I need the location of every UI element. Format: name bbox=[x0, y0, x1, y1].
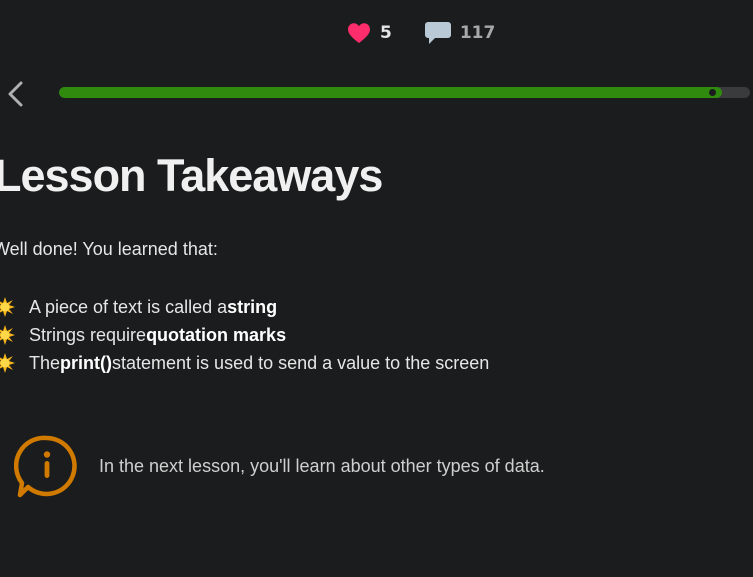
progress-marker bbox=[709, 89, 716, 96]
lesson-page: 5 117 Lesson Takeaways Well done! You le… bbox=[0, 0, 753, 577]
hearts-count: 5 bbox=[380, 23, 392, 43]
takeaway-item: Strings require quotation marks bbox=[0, 321, 489, 349]
takeaway-text-before: Strings require bbox=[29, 324, 147, 345]
info-icon bbox=[14, 435, 77, 498]
sun-icon bbox=[0, 297, 15, 317]
heart-icon bbox=[348, 23, 370, 43]
takeaway-text-before: The bbox=[29, 352, 61, 373]
info-note-text: In the next lesson, you'll learn about o… bbox=[99, 456, 545, 476]
sun-icon bbox=[0, 353, 15, 373]
lesson-stats: 5 117 bbox=[347, 20, 495, 46]
takeaway-text-after: statement is used to send a value to the… bbox=[112, 352, 490, 373]
takeaway-item: A piece of text is called a string bbox=[0, 293, 489, 321]
page-title: Lesson Takeaways bbox=[0, 150, 383, 201]
lesson-progress-bar bbox=[59, 87, 750, 98]
takeaway-text-bold: quotation marks bbox=[146, 324, 287, 345]
comments-count: 117 bbox=[459, 23, 496, 43]
hearts-stat[interactable]: 5 bbox=[347, 22, 392, 44]
takeaway-text-bold: string bbox=[227, 296, 278, 317]
takeaway-item: The print() statement is used to send a … bbox=[0, 349, 489, 377]
takeaway-text-before: A piece of text is called a bbox=[29, 296, 228, 317]
takeaways-list: A piece of text is called a string Strin… bbox=[0, 293, 489, 377]
back-button[interactable] bbox=[4, 80, 28, 108]
progress-fill bbox=[59, 87, 723, 98]
comment-icon bbox=[424, 22, 451, 44]
comments-stat[interactable]: 117 bbox=[392, 20, 496, 46]
sun-icon bbox=[0, 325, 15, 345]
intro-text: Well done! You learned that: bbox=[0, 239, 218, 259]
takeaway-text-bold: print() bbox=[60, 352, 113, 373]
